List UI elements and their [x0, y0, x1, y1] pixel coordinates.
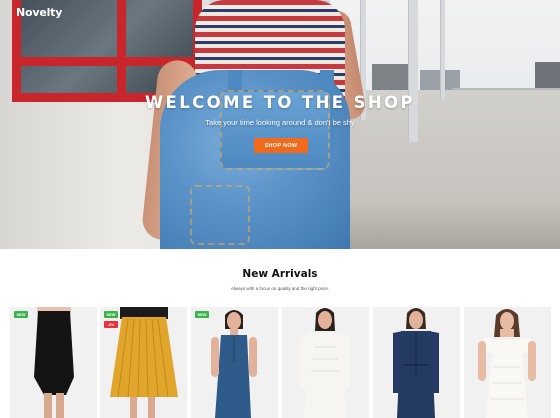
- section-title: New Arrivals: [242, 268, 318, 280]
- product-image: [300, 308, 350, 418]
- new-badge: NEW: [14, 311, 28, 318]
- hero-text: WELCOME TO THE SHOP Take your time looki…: [0, 93, 560, 127]
- hero-subtitle: Take your time looking around & don't be…: [205, 118, 355, 127]
- new-badge: NEW: [195, 311, 209, 318]
- product-image: [393, 308, 439, 418]
- product-image: [211, 310, 257, 418]
- product-card[interactable]: NEW: [10, 307, 97, 418]
- hero-building: [372, 64, 412, 92]
- section-subtitle: Always with a focus on quality and the r…: [230, 286, 330, 291]
- product-image: [34, 307, 74, 418]
- new-badge: NEW: [104, 311, 118, 318]
- hero-banner: Novelty WELCOME TO THE SHOP Take your ti…: [0, 0, 560, 249]
- product-image: [478, 309, 536, 418]
- product-grid: NEW NEW -6% NEW: [0, 307, 560, 418]
- hero-title: WELCOME TO THE SHOP: [144, 93, 416, 112]
- product-card[interactable]: NEW: [191, 307, 278, 418]
- product-card[interactable]: [464, 307, 551, 418]
- product-card[interactable]: NEW -6%: [100, 307, 187, 418]
- shop-now-button[interactable]: SHOP NOW: [254, 138, 308, 153]
- product-card[interactable]: [373, 307, 460, 418]
- hero-pole: [440, 0, 445, 100]
- product-card[interactable]: [282, 307, 369, 418]
- sale-badge: -6%: [104, 321, 118, 328]
- site-logo[interactable]: Novelty: [16, 6, 62, 19]
